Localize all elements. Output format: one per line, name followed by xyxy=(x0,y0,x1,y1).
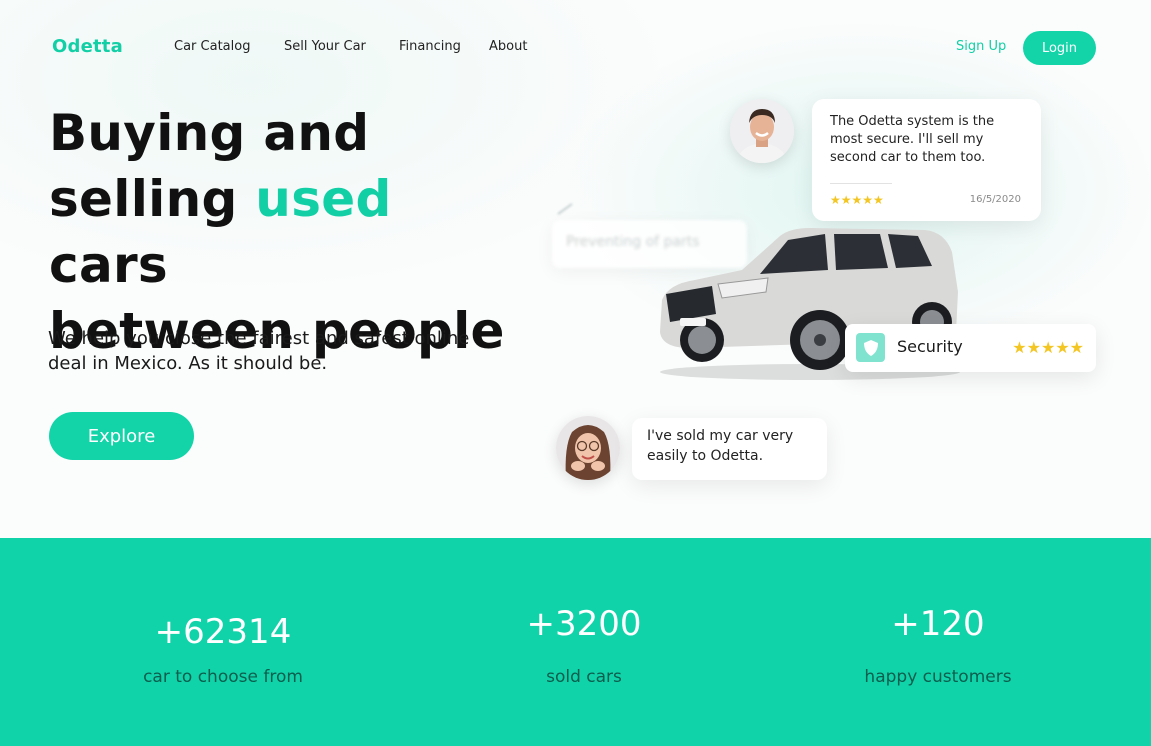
avatar-man xyxy=(730,99,794,163)
security-stars: ★★★★★ xyxy=(1012,338,1084,357)
nav-sell-your-car[interactable]: Sell Your Car xyxy=(284,39,366,54)
nav-financing[interactable]: Financing xyxy=(399,39,461,54)
review-date: 16/5/2020 xyxy=(969,194,1021,205)
divider xyxy=(830,183,892,184)
nav-car-catalog[interactable]: Car Catalog xyxy=(174,39,250,54)
hero-headline: Buying and selling used cars between peo… xyxy=(49,100,519,364)
stat-label-sold: sold cars xyxy=(546,667,622,687)
headline-text: selling xyxy=(49,170,256,228)
stat-label-cars: car to choose from xyxy=(143,667,303,687)
stat-value-customers: +120 xyxy=(891,604,985,644)
stat-label-customers: happy customers xyxy=(864,667,1012,687)
security-label: Security xyxy=(897,337,963,356)
pencil-icon xyxy=(557,203,573,215)
headline-line-1: Buying and xyxy=(49,104,370,162)
logo[interactable]: Odetta xyxy=(52,36,123,57)
hero-section: Odetta Car Catalog Sell Your Car Financi… xyxy=(0,0,1151,538)
stat-value-cars: +62314 xyxy=(154,612,292,652)
avatar-woman xyxy=(556,416,620,480)
headline-line-2: selling used cars xyxy=(49,166,519,298)
headline-accent: used xyxy=(255,170,392,228)
login-button[interactable]: Login xyxy=(1023,31,1096,65)
nav-about[interactable]: About xyxy=(489,39,527,54)
stats-section: +62314 car to choose from +3200 sold car… xyxy=(0,538,1151,746)
shield-icon xyxy=(856,333,885,362)
review-text: The Odetta system is the most secure. I'… xyxy=(830,114,995,165)
explore-button[interactable]: Explore xyxy=(49,412,194,460)
hero-subtitle: We help you close the fairest and safest… xyxy=(48,328,470,374)
quote-text: I've sold my car very easily to Odetta. xyxy=(647,428,794,464)
review-card: The Odetta system is the most secure. I'… xyxy=(812,99,1041,221)
quote-card: I've sold my car very easily to Odetta. xyxy=(632,418,827,480)
signup-link[interactable]: Sign Up xyxy=(956,39,1006,54)
security-card: Security ★★★★★ xyxy=(845,324,1096,372)
headline-text: cars xyxy=(49,236,168,294)
stat-value-sold: +3200 xyxy=(526,604,642,644)
review-stars: ★★★★★ xyxy=(830,193,884,207)
